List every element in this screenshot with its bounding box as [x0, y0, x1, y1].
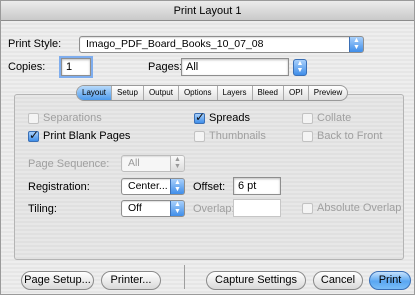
pages-popup-button[interactable]: ▲ ▼ — [293, 59, 307, 76]
checkbox-box: ✓ — [194, 109, 206, 124]
back-to-front-checkbox[interactable]: Back to Front — [302, 130, 382, 142]
tab-setup[interactable]: Setup — [111, 86, 143, 100]
tab-preview[interactable]: Preview — [307, 86, 347, 100]
offset-input[interactable]: 6 pt — [233, 177, 281, 195]
registration-label: Registration: — [28, 181, 90, 193]
print-style-value: Imago_PDF_Board_Books_10_07_08 — [86, 38, 264, 50]
collate-label: Collate — [317, 112, 352, 124]
pages-label: Pages: — [148, 61, 183, 73]
pages-input[interactable]: All — [181, 58, 289, 76]
tab-opi[interactable]: OPI — [283, 86, 308, 100]
popup-arrows-icon: ▲ ▼ — [170, 179, 184, 194]
capture-settings-button[interactable]: Capture Settings — [206, 271, 306, 290]
printer-button[interactable]: Printer... — [101, 271, 161, 290]
print-blank-pages-checkbox[interactable]: ✓ Print Blank Pages — [28, 127, 131, 142]
thumbnails-label: Thumbnails — [209, 130, 266, 142]
checkbox-box — [302, 130, 313, 142]
checkbox-box: ✓ — [28, 127, 40, 142]
tab-layers[interactable]: Layers — [216, 86, 252, 100]
tab-bar: Layout Setup Output Options Layers Bleed… — [76, 85, 349, 101]
tiling-label: Tiling: — [28, 203, 57, 215]
tab-options[interactable]: Options — [177, 86, 217, 100]
spreads-checkbox[interactable]: ✓ Spreads — [194, 109, 250, 124]
popup-arrows-icon: ▲ ▼ — [170, 201, 184, 216]
registration-value: Center... — [128, 180, 168, 192]
page-sequence-value: All — [128, 157, 140, 169]
print-dialog-window: Print Layout 1 Print Style: Imago_PDF_Bo… — [0, 0, 415, 295]
print-style-popup[interactable]: Imago_PDF_Board_Books_10_07_08 ▲ ▼ — [79, 36, 364, 53]
absolute-overlap-label: Absolute Overlap — [317, 202, 402, 214]
print-button[interactable]: Print — [369, 271, 411, 290]
print-style-label: Print Style: — [8, 38, 62, 50]
tiling-popup[interactable]: Off ▲ ▼ — [121, 200, 185, 217]
separations-checkbox[interactable]: Separations — [28, 112, 102, 124]
window-title: Print Layout 1 — [1, 1, 414, 21]
overlap-label: Overlap: — [193, 203, 235, 215]
popup-arrows-icon: ▲ ▼ — [349, 37, 363, 52]
page-sequence-label: Page Sequence: — [28, 158, 110, 170]
page-sequence-popup[interactable]: All ▲ ▼ — [121, 155, 185, 172]
copies-input[interactable]: 1 — [59, 56, 93, 78]
overlap-input[interactable] — [233, 199, 281, 217]
tiling-value: Off — [128, 202, 142, 214]
spreads-label: Spreads — [209, 112, 250, 124]
button-divider — [184, 265, 185, 289]
offset-label: Offset: — [193, 181, 226, 193]
checkmark-icon: ✓ — [29, 127, 40, 142]
page-setup-button[interactable]: Page Setup... — [21, 271, 94, 290]
checkbox-box — [28, 112, 39, 124]
popup-arrows-icon: ▲ ▼ — [170, 156, 184, 171]
collate-checkbox[interactable]: Collate — [302, 112, 351, 124]
cancel-button[interactable]: Cancel — [313, 271, 363, 290]
tab-bleed[interactable]: Bleed — [251, 86, 283, 100]
registration-popup[interactable]: Center... ▲ ▼ — [121, 178, 185, 195]
print-blank-pages-label: Print Blank Pages — [43, 130, 131, 142]
copies-label: Copies: — [8, 61, 46, 73]
checkbox-box — [302, 112, 313, 124]
thumbnails-checkbox[interactable]: Thumbnails — [194, 130, 266, 142]
separations-label: Separations — [43, 112, 102, 124]
back-to-front-label: Back to Front — [317, 130, 383, 142]
checkbox-box — [194, 130, 205, 142]
tab-layout[interactable]: Layout — [77, 86, 112, 100]
checkmark-icon: ✓ — [195, 109, 206, 124]
checkbox-box — [302, 202, 313, 214]
tab-output[interactable]: Output — [142, 86, 178, 100]
absolute-overlap-checkbox[interactable]: Absolute Overlap — [302, 202, 401, 214]
